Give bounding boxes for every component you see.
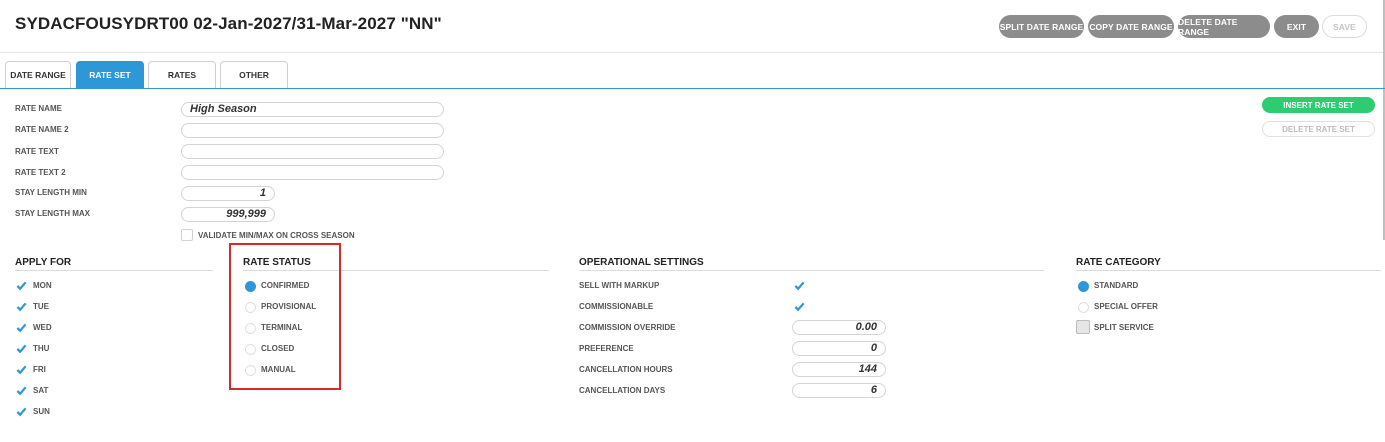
delete-rate-set-button[interactable]: DELETE RATE SET bbox=[1262, 121, 1375, 137]
check-icon[interactable] bbox=[16, 322, 27, 333]
rate-name-2-label: RATE NAME 2 bbox=[15, 125, 69, 134]
check-icon[interactable] bbox=[16, 406, 27, 417]
split-service-label: SPLIT SERVICE bbox=[1094, 323, 1154, 332]
rate-text-label: RATE TEXT bbox=[15, 147, 59, 156]
tab-other[interactable]: OTHER bbox=[220, 61, 288, 88]
rate-category-special-offer-label: SPECIAL OFFER bbox=[1094, 302, 1158, 311]
operational-settings-heading: OPERATIONAL SETTINGS bbox=[579, 257, 704, 268]
stay-length-min-label: STAY LENGTH MIN bbox=[15, 188, 87, 197]
tab-rate-set[interactable]: RATE SET bbox=[76, 61, 144, 88]
cancellation-days-input[interactable]: 6 bbox=[792, 383, 886, 398]
commissionable-label: COMMISSIONABLE bbox=[579, 302, 654, 311]
rate-category-heading: RATE CATEGORY bbox=[1076, 257, 1161, 268]
rate-status-highlight-box bbox=[229, 243, 341, 390]
preference-label: PREFERENCE bbox=[579, 344, 634, 353]
check-icon[interactable] bbox=[16, 385, 27, 396]
rate-name-input[interactable]: High Season bbox=[181, 102, 444, 117]
preference-input[interactable]: 0 bbox=[792, 341, 886, 356]
rate-name-2-input[interactable] bbox=[181, 123, 444, 138]
sell-with-markup-label: SELL WITH MARKUP bbox=[579, 281, 660, 290]
validate-cross-season-label: VALIDATE MIN/MAX ON CROSS SEASON bbox=[198, 231, 355, 240]
rate-text-input[interactable] bbox=[181, 144, 444, 159]
commission-override-input[interactable]: 0.00 bbox=[792, 320, 886, 335]
day-label-fri: FRI bbox=[33, 365, 46, 374]
split-date-range-button[interactable]: SPLIT DATE RANGE bbox=[999, 15, 1084, 38]
tab-underline bbox=[0, 88, 1385, 89]
delete-date-range-button[interactable]: DELETE DATE RANGE bbox=[1178, 15, 1270, 38]
save-button[interactable]: SAVE bbox=[1322, 15, 1367, 38]
cancellation-hours-label: CANCELLATION HOURS bbox=[579, 365, 673, 374]
header-divider bbox=[0, 52, 1385, 53]
check-icon[interactable] bbox=[794, 280, 805, 291]
check-icon[interactable] bbox=[16, 280, 27, 291]
rate-category-standard-label: STANDARD bbox=[1094, 281, 1139, 290]
day-label-wed: WED bbox=[33, 323, 52, 332]
rate-text-2-label: RATE TEXT 2 bbox=[15, 168, 66, 177]
tab-date-range[interactable]: DATE RANGE bbox=[5, 61, 71, 88]
day-label-sun: SUN bbox=[33, 407, 50, 416]
rate-category-standard-radio[interactable] bbox=[1078, 281, 1089, 292]
rate-category-special-offer-radio[interactable] bbox=[1078, 302, 1089, 313]
check-icon[interactable] bbox=[16, 343, 27, 354]
cancellation-days-label: CANCELLATION DAYS bbox=[579, 386, 666, 395]
check-icon[interactable] bbox=[16, 364, 27, 375]
page-title: SYDACFOUSYDRT00 02-Jan-2027/31-Mar-2027 … bbox=[15, 14, 442, 33]
operational-settings-divider bbox=[579, 270, 1044, 271]
day-label-tue: TUE bbox=[33, 302, 49, 311]
cancellation-hours-input[interactable]: 144 bbox=[792, 362, 886, 377]
validate-cross-season-checkbox[interactable] bbox=[181, 229, 193, 241]
day-label-mon: MON bbox=[33, 281, 52, 290]
apply-for-divider bbox=[15, 270, 213, 271]
check-icon[interactable] bbox=[794, 301, 805, 312]
rate-name-label: RATE NAME bbox=[15, 104, 62, 113]
copy-date-range-button[interactable]: COPY DATE RANGE bbox=[1088, 15, 1174, 38]
exit-button[interactable]: EXIT bbox=[1274, 15, 1319, 38]
stay-length-min-input[interactable]: 1 bbox=[181, 186, 275, 201]
check-icon[interactable] bbox=[16, 301, 27, 312]
day-label-thu: THU bbox=[33, 344, 50, 353]
rate-category-divider bbox=[1076, 270, 1381, 271]
stay-length-max-input[interactable]: 999,999 bbox=[181, 207, 275, 222]
tab-rates[interactable]: RATES bbox=[148, 61, 216, 88]
stay-length-max-label: STAY LENGTH MAX bbox=[15, 209, 90, 218]
insert-rate-set-button[interactable]: INSERT RATE SET bbox=[1262, 97, 1375, 113]
split-service-checkbox[interactable] bbox=[1076, 320, 1090, 334]
rate-text-2-input[interactable] bbox=[181, 165, 444, 180]
commission-override-label: COMMISSION OVERRIDE bbox=[579, 323, 676, 332]
day-label-sat: SAT bbox=[33, 386, 49, 395]
apply-for-heading: APPLY FOR bbox=[15, 257, 72, 268]
